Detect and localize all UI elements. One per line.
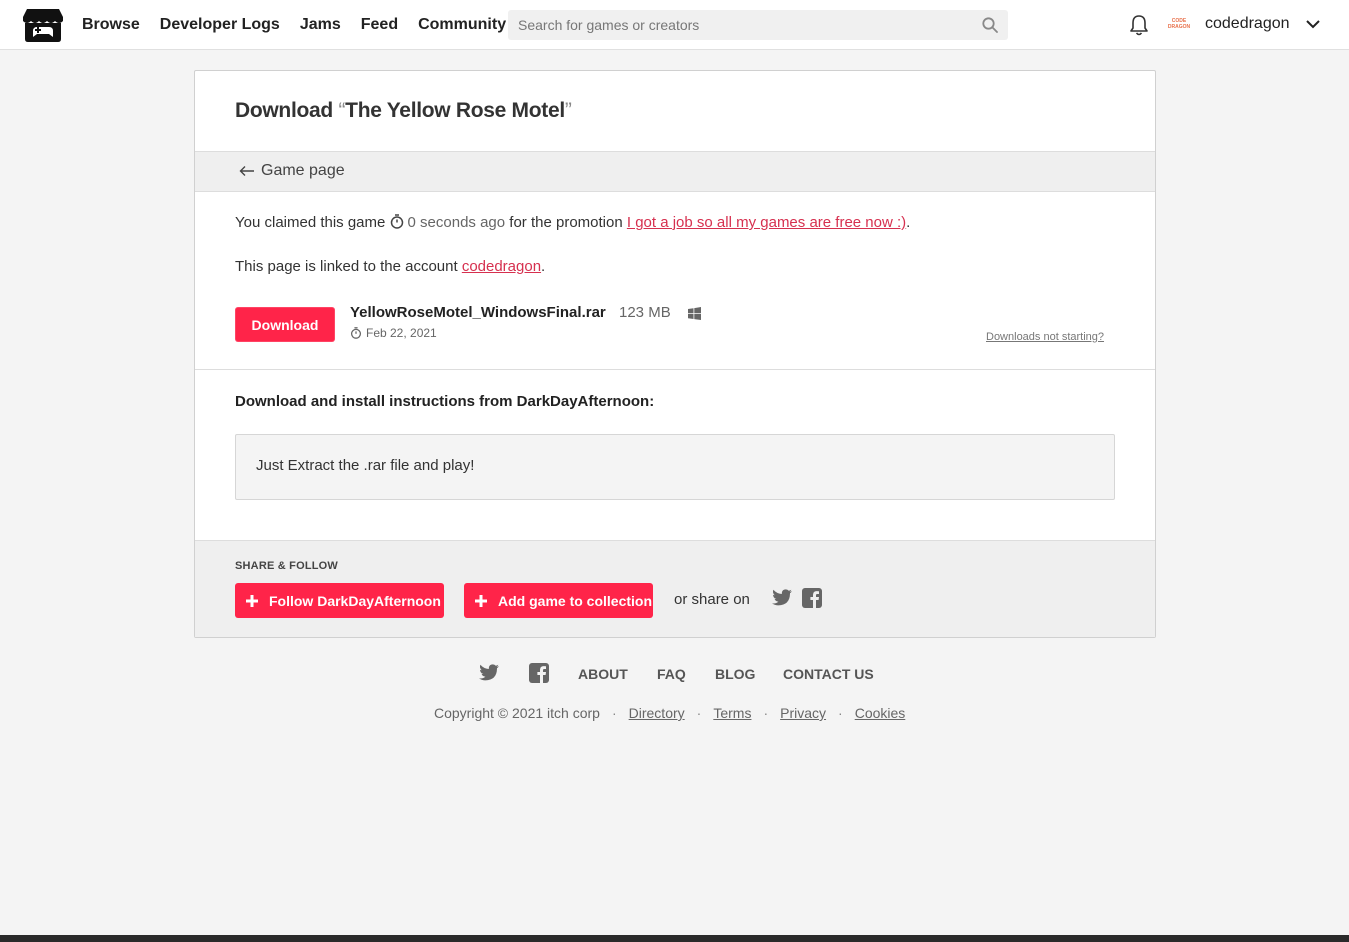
bottom-strip [0,935,1349,942]
terms-link[interactable]: Terms [713,705,751,721]
footer-contact-link[interactable]: CONTACT US [783,666,874,682]
upload-file-name: YellowRoseMotel_WindowsFinal.rar [350,304,606,321]
follow-label: Follow DarkDayAfternoon [269,592,441,609]
itch-logo-icon[interactable] [23,7,63,43]
linked-account-link[interactable]: codedragon [462,258,541,275]
linked-suffix: . [541,258,546,275]
title-close-quote: ” [564,99,572,122]
collection-label: Add game to collection [498,592,653,609]
twitter-icon[interactable] [479,664,499,682]
footer-about-link[interactable]: ABOUT [578,666,628,682]
add-to-collection-button[interactable]: Add game to collection [464,583,653,618]
follow-button[interactable]: Follow DarkDayAfternoon [235,583,444,618]
instructions-text: Just Extract the .rar file and play! [256,457,475,474]
claim-prefix: You claimed this game [235,214,386,231]
stopwatch-icon [350,327,362,339]
twitter-icon[interactable] [772,589,792,607]
download-card: Download “The Yellow Rose Motel” Game pa… [194,70,1156,638]
instructions-box: Just Extract the .rar file and play! [235,434,1115,500]
game-page-label: Game page [261,162,345,179]
username-label[interactable]: codedragon [1205,15,1290,33]
avatar[interactable]: CODE DRAGON [1166,14,1192,34]
stopwatch-icon [390,214,403,229]
top-header: Browse Developer Logs Jams Feed Communit… [0,0,1349,50]
nav-feed[interactable]: Feed [361,16,398,34]
main-nav: Browse Developer Logs Jams Feed Communit… [82,0,526,50]
plus-icon [475,594,487,607]
nav-jams[interactable]: Jams [300,16,341,34]
notification-bell-icon[interactable] [1129,14,1149,36]
nav-developer-logs[interactable]: Developer Logs [160,16,280,34]
title-prefix: Download [235,99,339,122]
privacy-link[interactable]: Privacy [780,705,826,721]
sub-nav-bar: Game page [195,151,1155,192]
directory-link[interactable]: Directory [629,705,685,721]
nav-community[interactable]: Community [418,16,506,34]
linked-prefix: This page is linked to the account [235,258,462,275]
or-share-label: or share on [674,591,750,608]
section-divider [195,369,1155,370]
copyright-text: Copyright © 2021 itch corp [434,705,600,721]
promotion-link[interactable]: I got a job so all my games are free now… [627,214,906,231]
claim-message: You claimed this game 0 seconds ago for … [235,214,910,231]
download-button[interactable]: Download [235,307,335,342]
facebook-icon[interactable] [529,663,549,683]
share-follow-section: SHARE & FOLLOW Follow DarkDayAfternoon A… [195,540,1155,637]
search-bar [508,10,1008,40]
footer-links: ABOUT FAQ BLOG CONTACT US [0,662,1349,686]
copyright-line: Copyright © 2021 itch corp · Directory · Ter… [434,705,906,721]
page-title: Download “The Yellow Rose Motel” [235,99,572,123]
claim-time: 0 seconds ago [407,214,506,231]
windows-icon [688,307,701,320]
facebook-icon[interactable] [802,588,822,608]
cookies-link[interactable]: Cookies [855,705,906,721]
footer-blog-link[interactable]: BLOG [715,666,755,682]
linked-account-message: This page is linked to the account coded… [235,258,545,275]
arrow-left-icon [239,166,254,176]
downloads-not-starting-link[interactable]: Downloads not starting? [986,331,1104,343]
upload-date: Feb 22, 2021 [350,326,437,340]
plus-icon [246,594,258,607]
instructions-heading: Download and install instructions from D… [235,393,655,410]
game-title: The Yellow Rose Motel [345,99,565,122]
chevron-down-icon[interactable] [1305,18,1321,30]
claim-middle: for the promotion [505,214,627,231]
footer-faq-link[interactable]: FAQ [657,666,686,682]
upload-file-size: 123 MB [619,304,671,321]
search-input[interactable] [508,10,968,40]
nav-browse[interactable]: Browse [82,16,140,34]
search-icon[interactable] [982,17,998,33]
game-page-link[interactable]: Game page [239,162,345,180]
claim-suffix: . [906,214,911,231]
upload-date-text: Feb 22, 2021 [366,326,437,340]
share-heading: SHARE & FOLLOW [235,560,339,572]
